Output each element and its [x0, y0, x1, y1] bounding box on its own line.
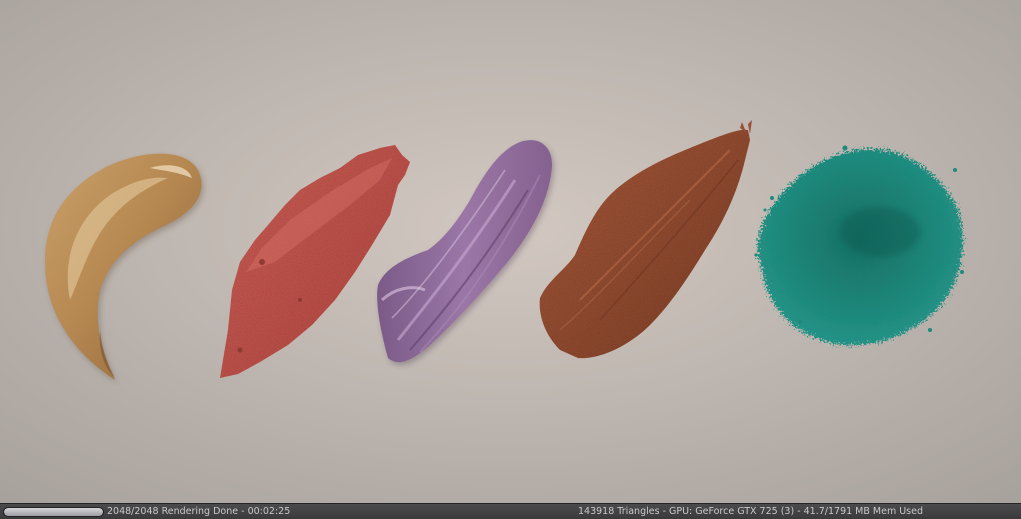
render-canvas	[0, 0, 1021, 503]
render-viewport[interactable]	[0, 0, 1021, 503]
status-bar: 2048/2048 Rendering Done - 00:02:25 1439…	[0, 503, 1021, 519]
scene-stats-text: 143918 Triangles - GPU: GeForce GTX 725 …	[578, 506, 924, 517]
render-status-text: 2048/2048 Rendering Done - 00:02:25	[107, 506, 291, 517]
render-progress-fill	[4, 508, 103, 516]
render-progress-bar	[3, 507, 104, 517]
